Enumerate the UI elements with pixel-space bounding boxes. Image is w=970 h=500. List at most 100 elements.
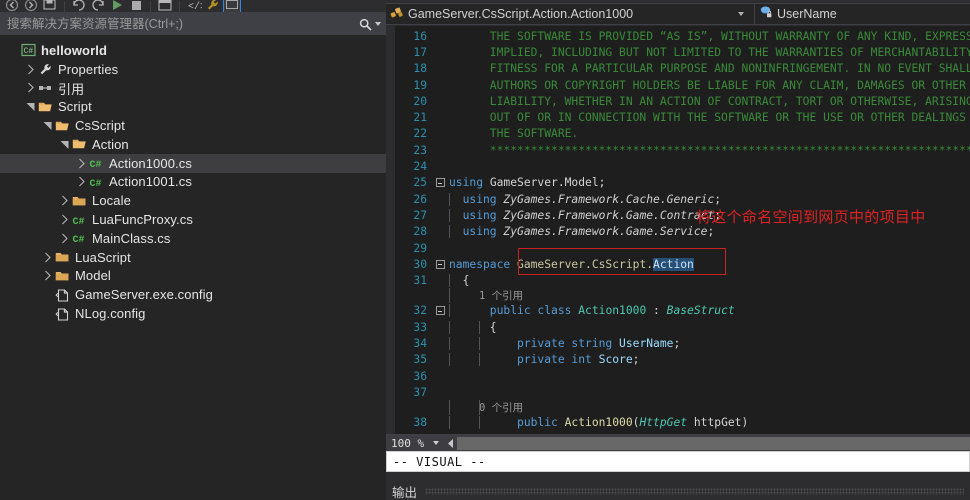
redo-icon[interactable] (90, 0, 106, 12)
tree-item-label: Action1001.cs (109, 174, 192, 190)
code-reference-lens[interactable]: 1 个引用 (395, 288, 970, 304)
tree-item-helloworld[interactable]: C# helloworld (0, 41, 386, 60)
collapse-region-icon[interactable] (433, 178, 447, 188)
code-line[interactable]: 29 (395, 240, 970, 256)
scroll-left-arrow-icon[interactable] (445, 435, 458, 451)
reference-count-label[interactable]: 1 个引用 (449, 290, 523, 302)
code-line[interactable]: 32 public class Action1000 : BaseStruct (395, 303, 970, 319)
window-layout-icon[interactable] (157, 0, 173, 12)
chevron-right-icon[interactable] (23, 81, 37, 94)
solution-explorer-search-row[interactable] (0, 13, 386, 35)
wrench-icon[interactable] (205, 0, 221, 12)
code-line[interactable]: 33 { (395, 319, 970, 335)
folder-closed-icon (54, 250, 71, 264)
code-text: ****************************************… (447, 144, 970, 157)
tree-item-properties[interactable]: Properties (0, 60, 386, 79)
chevron-down-icon[interactable] (433, 441, 440, 445)
code-line[interactable]: 24 (395, 158, 970, 174)
chevron-right-icon[interactable] (23, 63, 37, 76)
code-line[interactable]: 26 using ZyGames.Framework.Cache.Generic… (395, 191, 970, 207)
reference-count-label[interactable]: 0 个引用 (449, 402, 523, 414)
tree-item-luascript[interactable]: LuaScript (0, 248, 386, 267)
code-line[interactable]: 30 namespace GameServer.CsScript.Action (395, 256, 970, 272)
code-reference-lens[interactable]: 0 个引用 (395, 400, 970, 416)
chevron-down-icon[interactable] (57, 138, 71, 151)
start-debug-icon[interactable] (109, 0, 125, 12)
code-line[interactable]: 16 THE SOFTWARE IS PROVIDED “AS IS”, WIT… (395, 28, 970, 44)
chevron-right-icon[interactable] (57, 232, 71, 245)
code-line[interactable]: 34 private string UserName; (395, 335, 970, 351)
tree-item-action[interactable]: Action (0, 135, 386, 154)
tree-item-action1001-cs[interactable]: C# Action1001.cs (0, 173, 386, 192)
code-line[interactable]: 23 *************************************… (395, 142, 970, 158)
undo-icon[interactable] (71, 0, 87, 12)
output-panel-header[interactable]: 输出 (386, 482, 970, 500)
code-line[interactable]: 36 (395, 368, 970, 384)
code-line[interactable]: 35 private int Score; (395, 352, 970, 368)
code-line[interactable]: 19 AUTHORS OR COPYRIGHT HOLDERS BE LIABL… (395, 77, 970, 93)
breadcrumb-type-dropdown[interactable]: GameServer.CsScript.Action.Action1000 (386, 3, 754, 25)
indent-guide (449, 192, 450, 206)
solution-tree[interactable]: C# helloworld Properties 引用 Script CsScript Ac… (0, 35, 386, 323)
code-line[interactable]: 25 using GameServer.Model; (395, 175, 970, 191)
horizontal-scrollbar[interactable] (457, 435, 970, 451)
code-token: private string (449, 336, 620, 350)
chevron-down-icon[interactable] (40, 119, 54, 132)
code-text: private string UserName; (447, 336, 680, 350)
tree-item-script[interactable]: Script (0, 97, 386, 116)
chevron-right-icon[interactable] (57, 194, 71, 207)
code-text: 0 个引用 (447, 400, 523, 416)
line-number: 36 (413, 369, 427, 383)
panel-drag-handle[interactable] (425, 487, 964, 495)
chevron-down-icon[interactable] (375, 22, 381, 26)
tree-item-action1000-cs[interactable]: C# Action1000.cs (0, 153, 386, 173)
attach-process-icon[interactable]: </> (186, 0, 202, 12)
tree-item-nlog-config[interactable]: NLog.config (0, 304, 386, 323)
tree-item-mainclass-cs[interactable]: C# MainClass.cs (0, 229, 386, 248)
horizontal-scrollbar-thumb[interactable] (457, 436, 970, 450)
csharp-file-icon: C# (71, 231, 88, 245)
code-token: ZyGames.Framework.Game.Contract (503, 208, 715, 222)
toolbar-separator (179, 1, 180, 12)
code-line[interactable]: 31 { (395, 272, 970, 288)
code-line[interactable]: 17 IMPLIED, INCLUDING BUT NOT LIMITED TO… (395, 44, 970, 60)
tree-item-csscript[interactable]: CsScript (0, 116, 386, 135)
chevron-down-icon[interactable] (738, 12, 744, 16)
chevron-down-icon[interactable] (23, 100, 37, 113)
tree-item-locale[interactable]: Locale (0, 191, 386, 210)
zoom-level-label[interactable]: 100 % (386, 437, 424, 450)
tree-item-luafuncproxy-cs[interactable]: C# LuaFuncProxy.cs (0, 210, 386, 229)
collapse-region-icon[interactable] (433, 306, 447, 316)
code-line[interactable]: 21 OUT OF OR IN CONNECTION WITH THE SOFT… (395, 109, 970, 125)
code-line[interactable]: 20 LIABILITY, WHETHER IN AN ACTION OF CO… (395, 93, 970, 109)
tree-item-model[interactable]: Model (0, 267, 386, 286)
search-input[interactable] (7, 17, 359, 31)
chevron-right-icon[interactable] (40, 269, 54, 282)
code-line[interactable]: 22 THE SOFTWARE. (395, 126, 970, 142)
private-field-icon (759, 5, 773, 24)
tree-item-[interactable]: 引用 (0, 79, 386, 98)
chevron-right-icon[interactable] (74, 157, 88, 170)
code-editor[interactable]: 16 THE SOFTWARE IS PROVIDED “AS IS”, WIT… (386, 26, 970, 434)
save-all-icon[interactable] (42, 0, 58, 12)
chevron-right-icon[interactable] (74, 175, 88, 188)
navigate-back-icon[interactable] (4, 0, 20, 12)
code-line[interactable]: 18 FITNESS FOR A PARTICULAR PURPOSE AND … (395, 61, 970, 77)
tree-item-gameserver-exe-config[interactable]: GameServer.exe.config (0, 285, 386, 304)
breadcrumb-member-dropdown[interactable]: UserName (755, 3, 970, 25)
chevron-right-icon[interactable] (40, 251, 54, 264)
magnifier-icon[interactable] (359, 18, 372, 31)
code-token: BaseStruct (666, 304, 735, 318)
navigate-forward-icon[interactable] (23, 0, 39, 12)
chevron-right-icon[interactable] (57, 213, 71, 226)
panel-toggle-icon[interactable] (223, 0, 241, 12)
class-members-icon (390, 5, 404, 24)
code-line[interactable]: 37 (395, 384, 970, 400)
vim-status-bar[interactable]: -- VISUAL -- (386, 451, 970, 472)
stop-icon[interactable] (128, 0, 144, 12)
collapse-region-icon[interactable] (433, 259, 447, 269)
code-line[interactable]: 38 public Action1000(HttpGet httpGet) (395, 415, 970, 431)
code-text: using ZyGames.Framework.Game.Contract; (447, 208, 721, 222)
indent-guide (449, 304, 450, 318)
references-icon (37, 81, 54, 95)
